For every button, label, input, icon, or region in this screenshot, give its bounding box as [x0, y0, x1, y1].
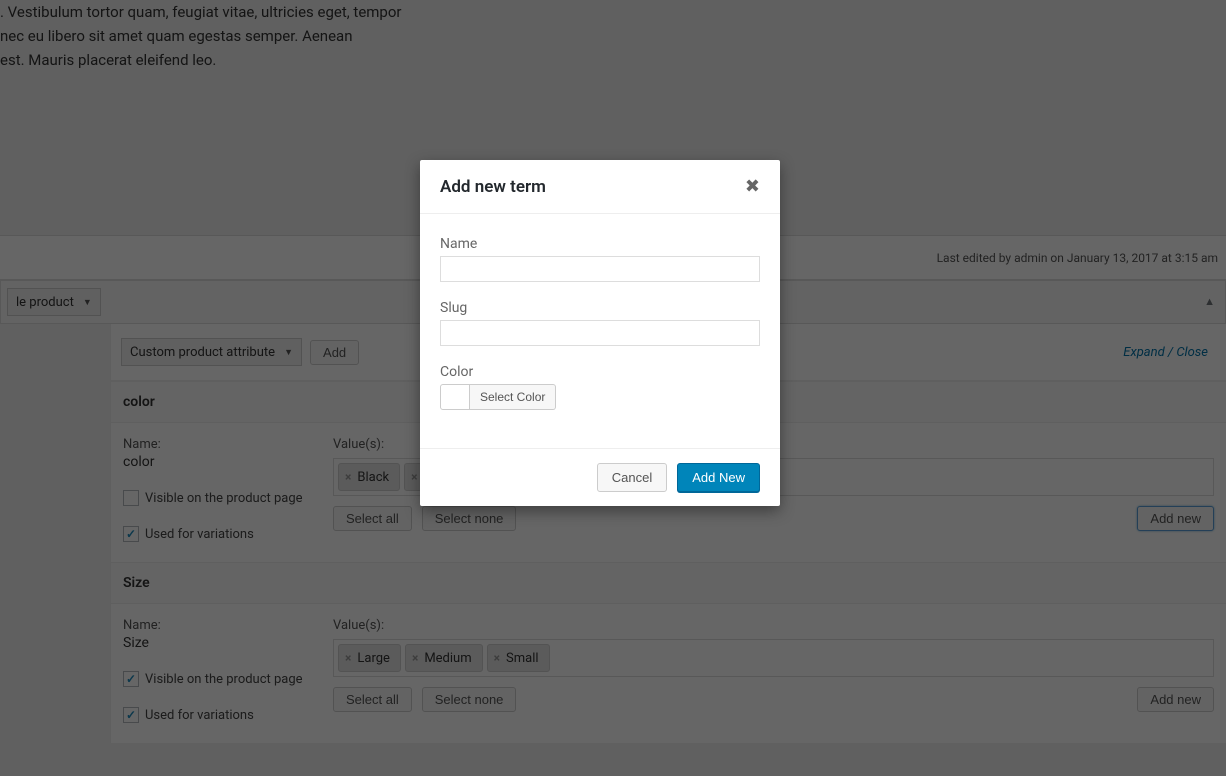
name-input[interactable] [440, 256, 760, 282]
name-label: Name [440, 236, 760, 252]
slug-label: Slug [440, 300, 760, 316]
color-label: Color [440, 364, 760, 380]
close-icon[interactable]: ✖ [745, 176, 760, 197]
modal-footer: Cancel Add New [420, 448, 780, 506]
cancel-button[interactable]: Cancel [597, 463, 667, 492]
add-term-modal: Add new term ✖ Name Slug Color Select Co… [420, 160, 780, 506]
color-swatch[interactable] [440, 384, 470, 410]
modal-body: Name Slug Color Select Color [420, 214, 780, 448]
modal-header: Add new term ✖ [420, 160, 780, 214]
select-color-button[interactable]: Select Color [470, 384, 556, 410]
slug-input[interactable] [440, 320, 760, 346]
add-new-button[interactable]: Add New [677, 463, 760, 492]
modal-title: Add new term [440, 177, 546, 197]
